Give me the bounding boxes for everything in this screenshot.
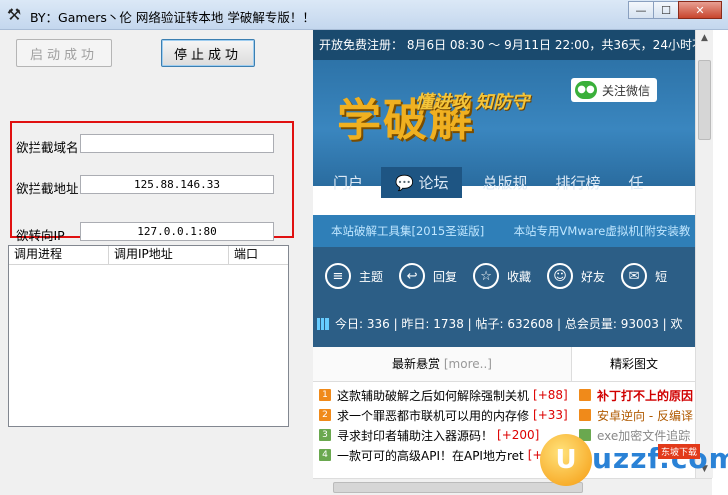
window-title: BY：Gamers丶伦 网络验证转本地 学破解专版！！ (30, 10, 315, 25)
shortcut-message[interactable]: ✉ 短 (621, 263, 667, 289)
site-slogan: 懂进攻 知防守 (415, 92, 530, 113)
shortcut-label: 主题 (359, 269, 384, 284)
window-controls: — ☐ ✕ (628, 1, 722, 19)
nav-forum-label: 论坛 (418, 173, 449, 192)
domain-label: 欲拦截域名 (16, 140, 79, 155)
thread-title: 求一个罪恶都市联机可以用的内存修 (337, 408, 530, 423)
column-port[interactable]: 端口 (229, 246, 288, 264)
reply-icon: ↩ (399, 263, 426, 289)
domain-input[interactable] (80, 134, 274, 153)
shortcut-favorite[interactable]: ☆ 收藏 (473, 263, 531, 289)
shortcut-theme[interactable]: ≡ 主题 (325, 263, 383, 289)
forum-shortcuts: ≡ 主题 ↩ 回复 ☆ 收藏 ☺ 好友 ✉ 短 (325, 263, 683, 289)
redirect-input[interactable]: 127.0.0.1:80 (80, 222, 274, 241)
rank-badge: 3 (319, 429, 331, 441)
control-panel: 启动成功 停止成功 欲拦截域名 欲拦截地址 125.88.146.33 欲转向I… (0, 30, 313, 495)
forum-stats: 今日: 336 | 昨日: 1738 | 帖子: 632608 | 总会员量: … (317, 315, 683, 332)
thread-title: 这款辅助破解之后如何解除强制关机 (337, 388, 530, 403)
tab-gallery[interactable]: 精彩图文 (573, 347, 695, 381)
theme-icon: ≡ (325, 263, 351, 289)
tab-bounty[interactable]: 最新悬赏 [more..] (313, 347, 572, 381)
list-item[interactable]: 4一款可可的高级API！在API地方ret[+10] (319, 445, 562, 465)
address-label: 欲拦截地址 (16, 181, 79, 196)
friend-icon: ☺ (547, 263, 574, 289)
start-button[interactable]: 启动成功 (16, 39, 112, 67)
rank-badge: 4 (319, 449, 331, 461)
column-process[interactable]: 调用进程 (9, 246, 109, 264)
list-item[interactable]: 安卓逆向 - 反编译 (579, 405, 693, 425)
list-item[interactable]: 2 求一个罪恶都市联机可以用的内存修 [+33] (319, 405, 568, 425)
stats-text: 今日: 336 | 昨日: 1738 | 帖子: 632608 | 总会员量: … (335, 317, 683, 331)
reward-count: [+200] (497, 428, 540, 442)
list-header: 调用进程 调用IP地址 端口 (9, 246, 288, 265)
bullet-icon (579, 409, 591, 421)
redirect-label: 欲转向IP (16, 228, 65, 243)
rank-badge: 2 (319, 409, 331, 421)
thread-title: 寻求封印者辅助注入器源码！ (337, 428, 494, 443)
register-notice: 开放免费注册： 8月6日 08:30 ～ 9月11日 22:00，共36天，24… (313, 30, 695, 60)
nav-rules[interactable]: 总版规 (482, 172, 527, 193)
hammer-icon: ⚒ (6, 5, 22, 24)
wechat-follow-button[interactable]: ●● 关注微信 (571, 78, 657, 102)
address-input[interactable]: 125.88.146.33 (80, 175, 274, 194)
site-nav: 门户 💬 论坛 总版规 排行榜 任 (333, 165, 715, 199)
close-button[interactable]: ✕ (678, 1, 722, 19)
thread-title: 一款可可的高级API！在API地方ret (337, 448, 524, 463)
link-toolset[interactable]: 本站破解工具集[2015圣诞版] (331, 224, 484, 238)
tab-bounty-label: 最新悬赏 (392, 357, 441, 371)
thread-tabs: 最新悬赏 [more..] 精彩图文 (313, 347, 695, 382)
scroll-thumb[interactable] (698, 60, 711, 140)
watermark-logo: U (540, 434, 592, 486)
list-item[interactable]: 3 寻求封印者辅助注入器源码！ [+200] (319, 425, 539, 445)
watermark-sub: 东坡下载 (658, 444, 701, 459)
nav-task[interactable]: 任 (629, 172, 644, 193)
forum-bar: ≡ 主题 ↩ 回复 ☆ 收藏 ☺ 好友 ✉ 短 今日: 336 | 昨日: 1738 | … (313, 247, 695, 347)
gallery-title: 补丁打不上的原因 (597, 388, 694, 403)
list-item[interactable]: 补丁打不上的原因 (579, 385, 693, 405)
shortcut-label: 好友 (581, 269, 606, 284)
shortcut-label: 收藏 (507, 269, 532, 284)
nav-forum[interactable]: 💬 论坛 (381, 166, 463, 198)
scroll-up-icon[interactable]: ▲ (696, 30, 713, 47)
reward-count: [+33] (533, 408, 568, 422)
rank-badge: 1 (319, 389, 331, 401)
call-list[interactable]: 调用进程 调用IP地址 端口 (8, 245, 289, 427)
uzzf-watermark: U uzzf.com 东坡下载 (540, 434, 728, 486)
stats-icon (317, 317, 329, 330)
wechat-icon: ●● (575, 81, 597, 99)
reward-count: [+88] (533, 388, 568, 402)
browser-view: 开放免费注册： 8月6日 08:30 ～ 9月11日 22:00，共36天，24… (313, 30, 728, 495)
minimize-button[interactable]: — (628, 1, 654, 19)
list-item[interactable]: 1 这款辅助破解之后如何解除强制关机 [+88] (319, 385, 568, 405)
link-vmware[interactable]: 本站专用VMware虚拟机[附安装教 (514, 224, 691, 238)
favorite-icon: ☆ (473, 263, 500, 289)
nav-portal[interactable]: 门户 (333, 172, 363, 193)
column-ip[interactable]: 调用IP地址 (109, 246, 229, 264)
gallery-title: 安卓逆向 - 反编译 (597, 408, 693, 423)
message-icon: ✉ (621, 263, 648, 289)
shortcut-reply[interactable]: ↩ 回复 (399, 263, 457, 289)
tool-links: 本站破解工具集[2015圣诞版] 本站专用VMware虚拟机[附安装教 (313, 215, 695, 247)
stop-button[interactable]: 停止成功 (161, 39, 255, 67)
maximize-button[interactable]: ☐ (653, 1, 679, 19)
shortcut-label: 回复 (433, 269, 458, 284)
shortcut-friend[interactable]: ☺ 好友 (547, 263, 605, 289)
wechat-label: 关注微信 (602, 83, 651, 98)
vertical-scrollbar[interactable]: ▲ ▼ (695, 30, 713, 478)
more-link[interactable]: [more..] (444, 357, 492, 371)
chat-icon: 💬 (395, 173, 419, 192)
nav-ranking[interactable]: 排行榜 (556, 172, 601, 193)
bullet-icon (579, 389, 591, 401)
shortcut-label: 短 (655, 269, 668, 284)
title-bar: ⚒ BY：Gamers丶伦 网络验证转本地 学破解专版！！ — ☐ ✕ (0, 0, 728, 30)
